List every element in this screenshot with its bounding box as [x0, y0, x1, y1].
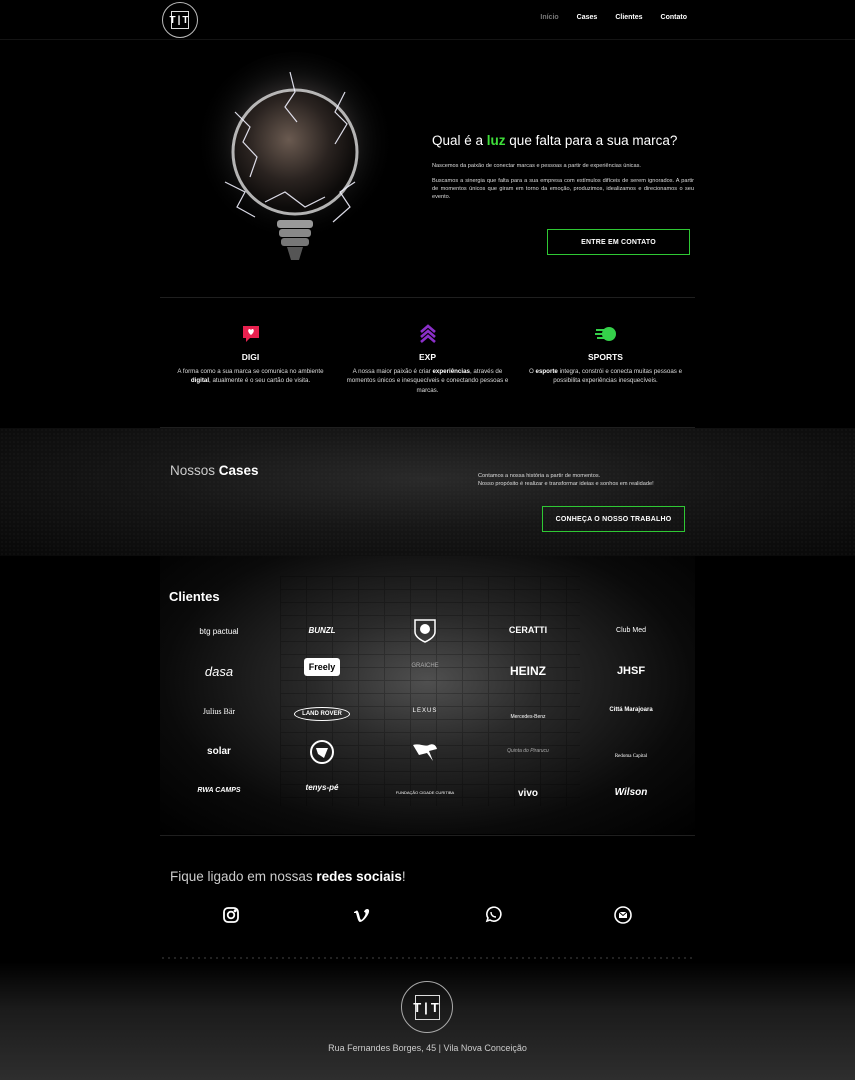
hero-text: Qual é a luz que falta para a sua marca?… — [432, 133, 694, 201]
clients-title: Clientes — [169, 589, 220, 604]
service-desc: O esporte integra, constrói e conecta mu… — [523, 367, 688, 386]
hero-title: Qual é a luz que falta para a sua marca? — [432, 133, 694, 148]
client-logo-ceratti: CERATTI — [508, 625, 548, 635]
client-logo-mercedes: Mercedes-Benz — [510, 714, 546, 720]
client-logo-redoma: Redoma Capital — [614, 754, 648, 759]
chevrons-up-icon — [416, 322, 440, 346]
landrover-label: LAND ROVER — [294, 707, 350, 721]
hero-paragraph-1: Nascemos da paixão de conectar marcas e … — [432, 163, 641, 169]
client-logo-lexus: LEXUS — [412, 708, 438, 714]
cases-title-bold: Cases — [218, 463, 259, 478]
desc-bold: digital — [190, 377, 210, 385]
client-logo-graiche: GRAICHE — [411, 663, 439, 669]
top-navbar: T|T Início Cases Clientes Contato — [0, 0, 855, 40]
footer-logo-mark: T|T — [413, 995, 440, 1020]
texture — [0, 428, 855, 556]
social-title: Fique ligado em nossas redes sociais! — [170, 869, 406, 884]
client-logo-crest2 — [277, 739, 367, 770]
menu-item-inicio[interactable]: Início — [540, 14, 558, 21]
desc-post: , atualmente é o seu cartão de visita. — [209, 377, 311, 385]
cases-title: Nossos Cases — [170, 463, 259, 478]
heart-chat-icon — [239, 322, 263, 346]
cases-line-2: Nosso propósito é realizar e transformar… — [478, 481, 654, 488]
client-logo-bunzl: BUNZL — [308, 626, 336, 635]
cases-button[interactable]: CONHEÇA O NOSSO TRABALHO — [542, 506, 685, 532]
service-name: DIGI — [241, 352, 260, 362]
desc-post: integra, constrói e conecta muitas pesso… — [553, 368, 683, 385]
contact-button[interactable]: ENTRE EM CONTATO — [547, 229, 690, 255]
client-logo-tenyspe: tenys-pé — [305, 783, 339, 792]
cases-background — [0, 428, 855, 556]
footer-logo[interactable]: T|T — [401, 981, 453, 1033]
cases-text: Contamos a nossa história a partir de mo… — [478, 472, 688, 489]
logo-mark: T|T — [170, 11, 189, 29]
service-exp: EXP A nossa maior paixão é criar experiê… — [345, 322, 510, 395]
lightbulb-image — [195, 52, 395, 260]
client-logo-wilson: Wilson — [614, 787, 648, 798]
hero-title-post: que falta para a sua marca? — [505, 133, 678, 148]
email-icon[interactable] — [614, 906, 632, 924]
main-menu: Início Cases Clientes Contato — [540, 14, 687, 21]
menu-item-clientes[interactable]: Clientes — [615, 14, 642, 21]
hero-paragraph-2: Buscamos a sinergia que falta para a sua… — [432, 178, 694, 201]
freely-label: Freely — [303, 658, 341, 676]
logo[interactable]: T|T — [162, 2, 198, 38]
service-desc: A nossa maior paixão é criar experiência… — [345, 367, 510, 395]
cases-line-1: Contamos a nossa história a partir de mo… — [478, 473, 601, 479]
client-logo-quinta: Quinta do Pirarucu — [507, 748, 549, 754]
instagram-icon[interactable] — [222, 906, 240, 924]
hero-title-highlight: luz — [486, 133, 506, 148]
service-sports: SPORTS O esporte integra, constrói e con… — [523, 322, 688, 386]
brick-wall — [280, 576, 580, 806]
client-logo-jhsf: JHSF — [616, 665, 646, 677]
hero-title-pre: Qual é a — [432, 133, 487, 148]
social-title-pre: Fique ligado em nossas — [170, 869, 317, 884]
client-logo-dasa: dasa — [204, 664, 234, 679]
desc-pre: A forma como a sua marca se comunica no … — [177, 368, 324, 375]
menu-item-contato[interactable]: Contato — [661, 14, 687, 21]
cases-title-pre: Nossos — [170, 463, 219, 478]
client-logo-citta: Cittá Marajoara — [609, 707, 653, 713]
client-logo-rwa: RWA CAMPS — [197, 787, 241, 794]
divider — [160, 297, 695, 298]
client-logo-freely: Freely — [277, 657, 367, 676]
desc-pre: A nossa maior paixão é criar — [352, 368, 433, 375]
client-logo-landrover: LAND ROVER — [277, 702, 367, 721]
desc-bold: experiências — [432, 368, 470, 375]
client-logo-heinz: HEINZ — [510, 664, 546, 678]
divider — [160, 835, 695, 836]
client-logo-juliusbaer: Julius Bär — [202, 707, 236, 716]
client-logo-clubmed: Club Med — [616, 627, 646, 634]
desc-bold: esporte — [535, 368, 558, 375]
whatsapp-icon[interactable] — [484, 906, 502, 924]
service-name: EXP — [418, 352, 436, 362]
footer-address: Rua Fernandes Borges, 45 | Vila Nova Con… — [328, 1043, 527, 1053]
client-logo-vivo: vivo — [517, 788, 538, 799]
service-digi: DIGI A forma como a sua marca se comunic… — [168, 322, 333, 386]
client-logo-crest — [380, 618, 470, 649]
client-logo-solar: solar — [207, 746, 231, 757]
social-title-bold: redes sociais — [316, 869, 402, 884]
vimeo-icon[interactable] — [353, 906, 371, 924]
menu-item-cases[interactable]: Cases — [577, 14, 598, 21]
service-name: SPORTS — [588, 352, 623, 362]
social-title-post: ! — [401, 869, 406, 884]
speeding-ball-icon — [594, 322, 618, 346]
client-logo-btg: btg pactual — [199, 627, 239, 636]
dotted-divider — [160, 957, 695, 959]
service-desc: A forma como a sua marca se comunica no … — [168, 367, 333, 386]
client-logo-fundacao: FUNDAÇÃO CIDADE CURITIBA — [395, 790, 455, 795]
client-logo-puma — [380, 741, 470, 768]
